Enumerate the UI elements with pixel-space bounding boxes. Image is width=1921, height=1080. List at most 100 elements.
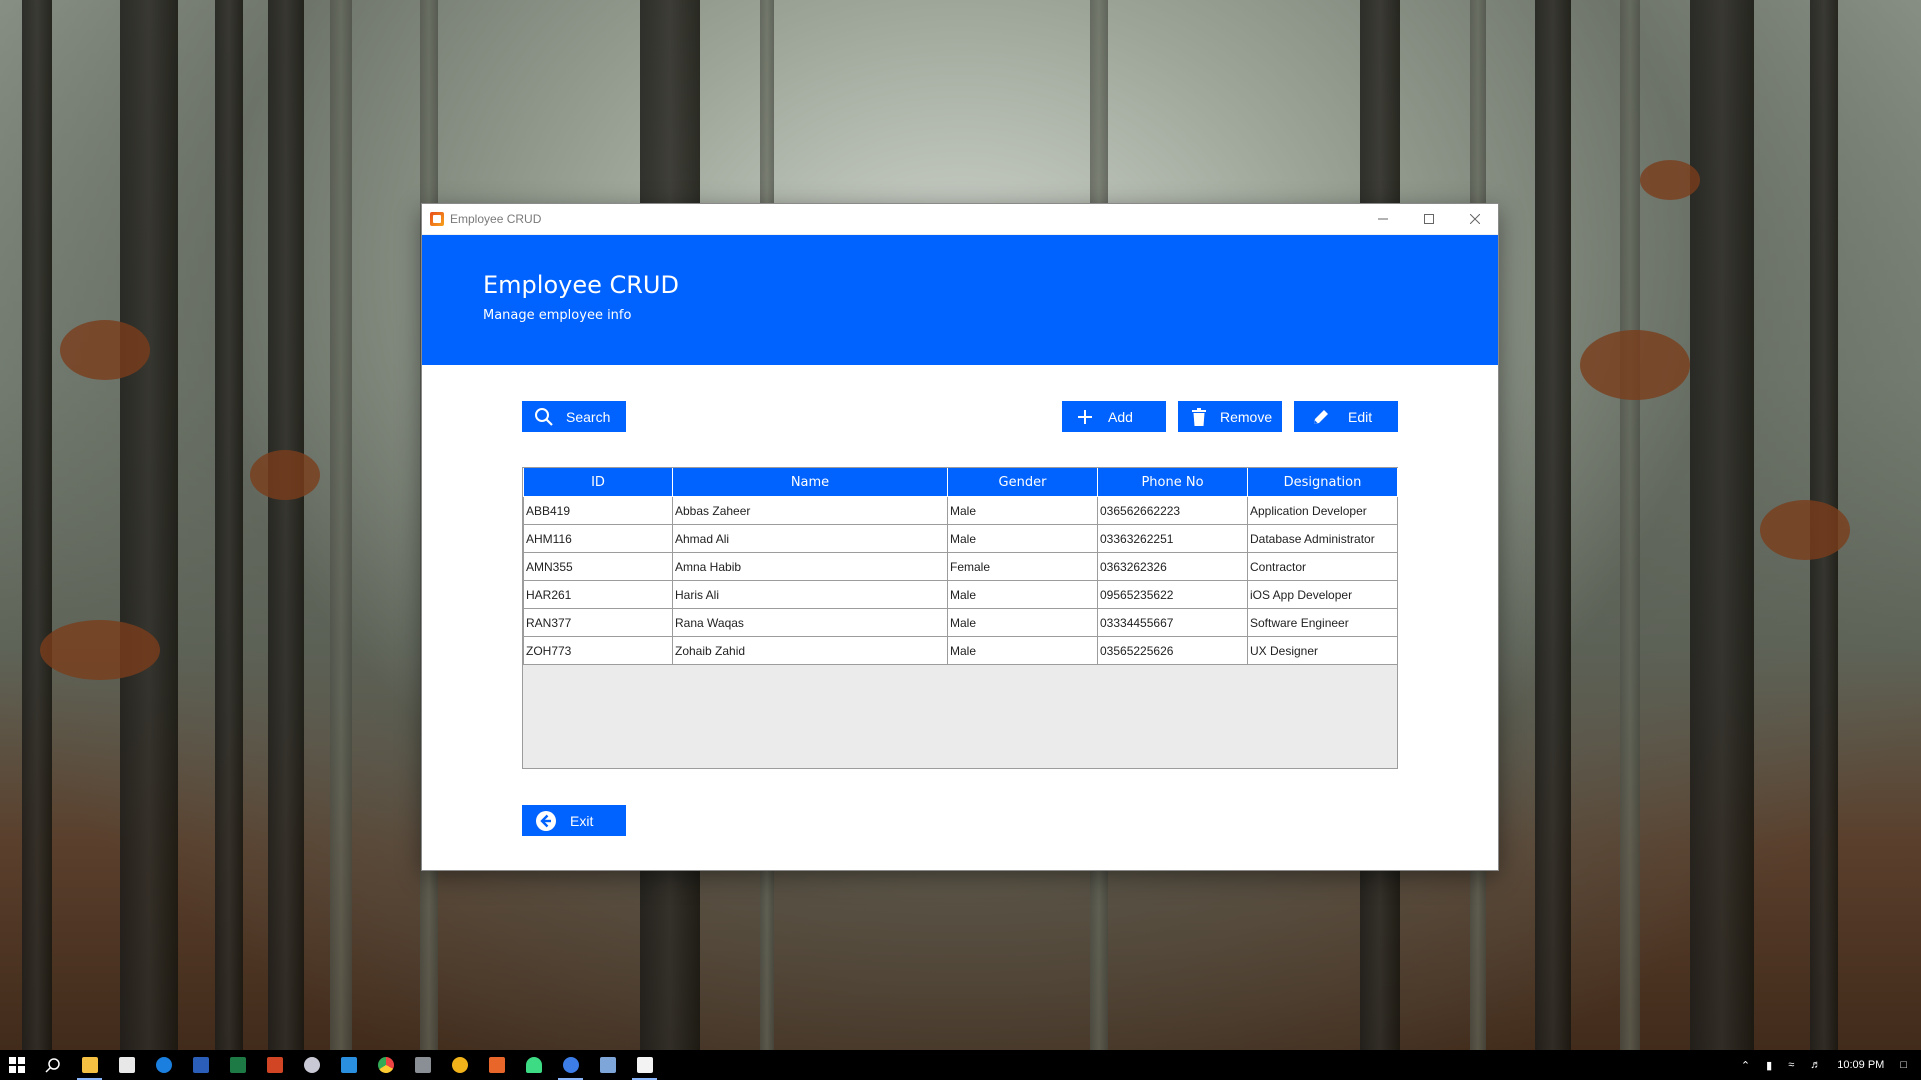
battery-icon[interactable]: ▮ — [1766, 1059, 1772, 1072]
taskbar-app-store[interactable] — [108, 1050, 145, 1080]
taskbar-app-paint-3d[interactable] — [293, 1050, 330, 1080]
table-cell[interactable]: Male — [947, 496, 1098, 525]
table-cell[interactable]: Abbas Zaheer — [672, 496, 948, 525]
java-icon — [430, 212, 444, 226]
table-cell[interactable]: AMN355 — [523, 552, 673, 581]
minimize-button[interactable] — [1360, 204, 1406, 234]
back-arrow-icon — [522, 810, 570, 832]
app-header: Employee CRUD Manage employee info — [422, 235, 1498, 365]
taskbar-app-generic[interactable] — [478, 1050, 515, 1080]
table-cell[interactable]: 03565225626 — [1097, 636, 1248, 665]
chrome-icon — [377, 1057, 394, 1073]
table-cell[interactable]: UX Designer — [1247, 636, 1398, 665]
table-cell[interactable]: HAR261 — [523, 580, 673, 609]
search-icon — [44, 1058, 60, 1073]
firefox-icon — [562, 1057, 579, 1073]
column-header-phone[interactable]: Phone No — [1097, 468, 1248, 497]
close-button[interactable] — [1452, 204, 1498, 234]
notifications-icon[interactable]: □ — [1900, 1059, 1907, 1071]
employee-table-container[interactable]: ID Name Gender Phone No Designation ABB4… — [522, 467, 1398, 769]
taskbar-app-file-explorer[interactable] — [71, 1050, 108, 1080]
table-cell[interactable]: Male — [947, 608, 1098, 637]
taskbar-search-button[interactable] — [34, 1050, 71, 1080]
taskbar-app-firefox[interactable] — [552, 1050, 589, 1080]
powerpoint-icon — [266, 1057, 283, 1073]
table-cell[interactable]: Ahmad Ali — [672, 524, 948, 553]
add-button-label: Add — [1108, 408, 1133, 425]
window-controls — [1360, 204, 1498, 234]
table-cell[interactable]: Haris Ali — [672, 580, 948, 609]
wifi-icon[interactable]: ≈ — [1788, 1059, 1794, 1071]
taskbar-app-generic[interactable] — [404, 1050, 441, 1080]
table-cell[interactable]: 09565235622 — [1097, 580, 1248, 609]
table-cell[interactable]: Rana Waqas — [672, 608, 948, 637]
table-row[interactable]: ZOH773 Zohaib Zahid Male 03565225626 UX … — [523, 636, 1398, 665]
search-icon — [522, 407, 566, 427]
start-button[interactable] — [0, 1050, 34, 1080]
table-cell[interactable]: 03363262251 — [1097, 524, 1248, 553]
table-cell[interactable]: Male — [947, 580, 1098, 609]
clock[interactable]: 10:09 PM — [1837, 1059, 1884, 1071]
file-explorer-icon — [81, 1057, 98, 1073]
column-header-gender[interactable]: Gender — [947, 468, 1098, 497]
table-cell[interactable]: 0363262326 — [1097, 552, 1248, 581]
table-cell[interactable]: Application Developer — [1247, 496, 1398, 525]
table-cell[interactable]: RAN377 — [523, 608, 673, 637]
edge-icon — [155, 1057, 172, 1073]
taskbar-app-edge[interactable] — [145, 1050, 182, 1080]
table-cell[interactable]: iOS App Developer — [1247, 580, 1398, 609]
taskbar-app-word[interactable] — [182, 1050, 219, 1080]
column-header-name[interactable]: Name — [672, 468, 948, 497]
table-row[interactable]: HAR261 Haris Ali Male 09565235622 iOS Ap… — [523, 580, 1398, 609]
table-cell[interactable]: AHM116 — [523, 524, 673, 553]
app-icon — [414, 1057, 431, 1073]
app-icon — [488, 1057, 505, 1073]
taskbar-app-generic[interactable] — [441, 1050, 478, 1080]
table-row[interactable]: ABB419 Abbas Zaheer Male 036562662223 Ap… — [523, 496, 1398, 525]
pencil-icon — [1294, 408, 1348, 426]
close-icon — [1470, 214, 1480, 224]
table-row[interactable]: RAN377 Rana Waqas Male 03334455667 Softw… — [523, 608, 1398, 637]
search-button[interactable]: Search — [522, 401, 626, 432]
java-icon — [636, 1057, 653, 1073]
taskbar-app-excel[interactable] — [219, 1050, 256, 1080]
taskbar-app-android-studio[interactable] — [515, 1050, 552, 1080]
column-header-id[interactable]: ID — [523, 468, 673, 497]
exit-button[interactable]: Exit — [522, 805, 626, 836]
edit-button[interactable]: Edit — [1294, 401, 1398, 432]
table-cell[interactable]: Amna Habib — [672, 552, 948, 581]
taskbar-app-powerpoint[interactable] — [256, 1050, 293, 1080]
table-cell[interactable]: 03334455667 — [1097, 608, 1248, 637]
column-header-designation[interactable]: Designation — [1247, 468, 1398, 497]
table-cell[interactable]: Database Administrator — [1247, 524, 1398, 553]
chevron-up-icon[interactable]: ⌃ — [1741, 1059, 1750, 1072]
table-cell[interactable]: Zohaib Zahid — [672, 636, 948, 665]
remove-button[interactable]: Remove — [1178, 401, 1282, 432]
paint-3d-icon — [303, 1057, 320, 1073]
app-window: Employee CRUD Employee CRUD Manage emplo… — [422, 204, 1498, 870]
taskbar-app-chrome[interactable] — [367, 1050, 404, 1080]
volume-icon[interactable]: ♬ — [1810, 1059, 1821, 1071]
table-row[interactable]: AMN355 Amna Habib Female 0363262326 Cont… — [523, 552, 1398, 581]
table-cell[interactable]: ZOH773 — [523, 636, 673, 665]
table-cell[interactable]: Software Engineer — [1247, 608, 1398, 637]
table-cell[interactable]: Male — [947, 636, 1098, 665]
page-subtitle: Manage employee info — [483, 308, 632, 323]
table-cell[interactable]: Male — [947, 524, 1098, 553]
edit-button-label: Edit — [1348, 408, 1373, 425]
maximize-button[interactable] — [1406, 204, 1452, 234]
taskbar-app-vscode[interactable] — [330, 1050, 367, 1080]
plus-icon — [1062, 409, 1108, 425]
add-button[interactable]: Add — [1062, 401, 1166, 432]
taskbar-app-virtualbox[interactable] — [589, 1050, 626, 1080]
title-bar[interactable]: Employee CRUD — [422, 204, 1498, 235]
table-cell[interactable]: Contractor — [1247, 552, 1398, 581]
virtualbox-icon — [599, 1057, 616, 1073]
table-cell[interactable]: Female — [947, 552, 1098, 581]
table-cell[interactable]: ABB419 — [523, 496, 673, 525]
excel-icon — [229, 1057, 246, 1073]
table-row[interactable]: AHM116 Ahmad Ali Male 03363262251 Databa… — [523, 524, 1398, 553]
taskbar-app-java[interactable] — [626, 1050, 663, 1080]
table-cell[interactable]: 036562662223 — [1097, 496, 1248, 525]
app-icon — [451, 1057, 468, 1073]
